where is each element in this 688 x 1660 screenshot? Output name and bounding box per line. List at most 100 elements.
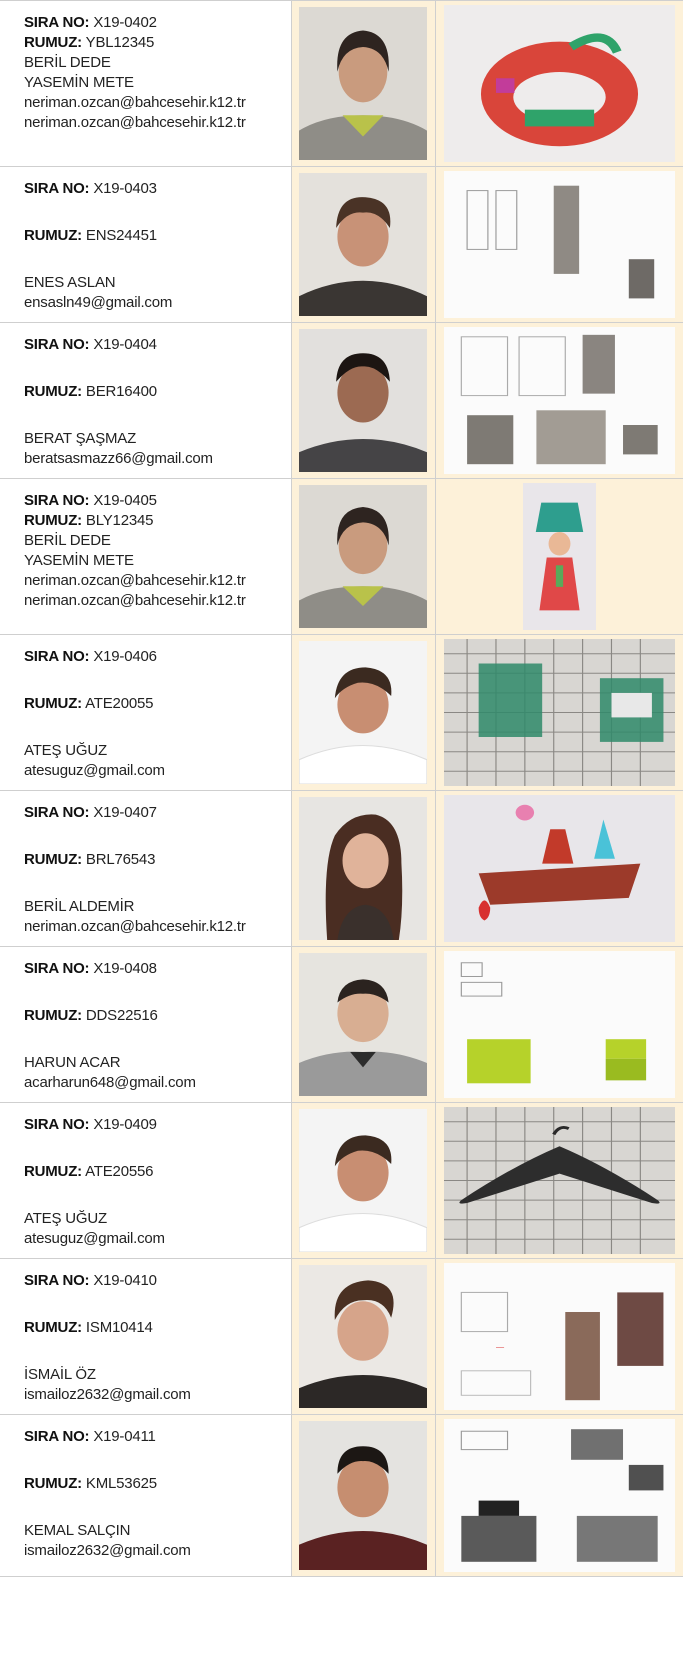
sira-value: X19-0403 — [93, 180, 157, 197]
student-name: BERİL ALDEMİR — [24, 898, 135, 915]
student-photo-cell — [292, 791, 436, 946]
table-row: SIRA NO: X19-0403 RUMUZ: ENS24451 ENES A… — [0, 167, 683, 323]
student-name: ATEŞ UĞUZ — [24, 1210, 107, 1227]
sira-no-line: SIRA NO: X19-0402 — [24, 13, 291, 33]
email: acarharun648@gmail.com — [24, 1074, 196, 1091]
rumuz-line: RUMUZ: BRL76543 — [24, 850, 291, 870]
student-photo-cell — [292, 1259, 436, 1414]
entry-info: SIRA NO: X19-0402 RUMUZ: YBL12345 BERİL … — [0, 1, 292, 166]
email: atesuguz@gmail.com — [24, 1230, 165, 1247]
rumuz-value: KML53625 — [85, 1475, 157, 1492]
student-photo — [299, 1109, 427, 1252]
artwork-cell — [436, 323, 683, 478]
email: neriman.ozcan@bahcesehir.k12.tr — [24, 572, 246, 589]
sira-no-line: SIRA NO: X19-0403 — [24, 179, 291, 199]
teacher-name: YASEMİN METE — [24, 552, 134, 569]
table-row: SIRA NO: X19-0405 RUMUZ: BLY12345 BERİL … — [0, 479, 683, 635]
sira-no-line: SIRA NO: X19-0405 — [24, 491, 291, 511]
student-photo — [299, 1421, 427, 1570]
entry-info: SIRA NO: X19-0409 RUMUZ: ATE20556 ATEŞ U… — [0, 1103, 292, 1258]
rumuz-label: RUMUZ: — [24, 1319, 82, 1336]
email: beratsasmazz66@gmail.com — [24, 450, 213, 467]
sira-label: SIRA NO: — [24, 648, 90, 665]
entry-info: SIRA NO: X19-0411 RUMUZ: KML53625 KEMAL … — [0, 1415, 292, 1576]
email: atesuguz@gmail.com — [24, 762, 165, 779]
rumuz-label: RUMUZ: — [24, 695, 82, 712]
email: neriman.ozcan@bahcesehir.k12.tr — [24, 592, 246, 609]
rumuz-value: BRL76543 — [85, 851, 156, 868]
artwork-image — [444, 1419, 675, 1572]
email: ismailoz2632@gmail.com — [24, 1542, 191, 1559]
rumuz-line: RUMUZ: KML53625 — [24, 1474, 291, 1494]
sira-label: SIRA NO: — [24, 492, 90, 509]
entry-info: SIRA NO: X19-0404 RUMUZ: BER16400 BERAT … — [0, 323, 292, 478]
student-name: İSMAİL ÖZ — [24, 1366, 96, 1383]
sira-value: X19-0406 — [93, 648, 157, 665]
student-name: BERAT ŞAŞMAZ — [24, 430, 137, 447]
sira-value: X19-0409 — [93, 1116, 157, 1133]
rumuz-value: BLY12345 — [85, 512, 154, 529]
entry-info: SIRA NO: X19-0410 RUMUZ: ISM10414 İSMAİL… — [0, 1259, 292, 1414]
student-photo-cell — [292, 323, 436, 478]
rumuz-line: RUMUZ: DDS22516 — [24, 1006, 291, 1026]
artwork-image — [444, 639, 675, 786]
entry-info: SIRA NO: X19-0407 RUMUZ: BRL76543 BERİL … — [0, 791, 292, 946]
rumuz-label: RUMUZ: — [24, 851, 82, 868]
rumuz-label: RUMUZ: — [24, 512, 82, 529]
sira-no-line: SIRA NO: X19-0406 — [24, 647, 291, 667]
rumuz-value: ENS24451 — [85, 227, 157, 244]
email: ismailoz2632@gmail.com — [24, 1386, 191, 1403]
rumuz-label: RUMUZ: — [24, 1163, 82, 1180]
rumuz-label: RUMUZ: — [24, 1007, 82, 1024]
artwork-cell — [436, 635, 683, 790]
student-photo — [299, 485, 427, 628]
rumuz-line: RUMUZ: BER16400 — [24, 382, 291, 402]
entry-info: SIRA NO: X19-0403 RUMUZ: ENS24451 ENES A… — [0, 167, 292, 322]
sira-value: X19-0405 — [93, 492, 157, 509]
submission-table: SIRA NO: X19-0402 RUMUZ: YBL12345 BERİL … — [0, 0, 683, 1577]
table-row: SIRA NO: X19-0402 RUMUZ: YBL12345 BERİL … — [0, 1, 683, 167]
sira-label: SIRA NO: — [24, 336, 90, 353]
sira-label: SIRA NO: — [24, 1272, 90, 1289]
sira-value: X19-0404 — [93, 336, 157, 353]
sira-value: X19-0408 — [93, 960, 157, 977]
rumuz-line: RUMUZ: ENS24451 — [24, 226, 291, 246]
rumuz-line: RUMUZ: YBL12345 — [24, 33, 291, 53]
sira-value: X19-0407 — [93, 804, 157, 821]
student-photo-cell — [292, 635, 436, 790]
artwork-cell — [436, 791, 683, 946]
student-name: KEMAL SALÇIN — [24, 1522, 131, 1539]
artwork-cell: — — [436, 1259, 683, 1414]
sira-no-line: SIRA NO: X19-0410 — [24, 1271, 291, 1291]
table-row: SIRA NO: X19-0409 RUMUZ: ATE20556 ATEŞ U… — [0, 1103, 683, 1259]
student-photo — [299, 1265, 427, 1408]
email: neriman.ozcan@bahcesehir.k12.tr — [24, 114, 246, 131]
artwork-image — [444, 951, 675, 1098]
sira-label: SIRA NO: — [24, 804, 90, 821]
artwork-image — [444, 795, 675, 942]
student-photo — [299, 7, 427, 160]
rumuz-value: ATE20055 — [85, 695, 154, 712]
table-row: SIRA NO: X19-0404 RUMUZ: BER16400 BERAT … — [0, 323, 683, 479]
artwork-image — [444, 1107, 675, 1254]
student-photo — [299, 641, 427, 784]
student-photo-cell — [292, 479, 436, 634]
table-row: SIRA NO: X19-0406 RUMUZ: ATE20055 ATEŞ U… — [0, 635, 683, 791]
student-name: BERİL DEDE — [24, 532, 111, 549]
artwork-cell — [436, 947, 683, 1102]
student-photo — [299, 329, 427, 472]
table-row: SIRA NO: X19-0408 RUMUZ: DDS22516 HARUN … — [0, 947, 683, 1103]
sira-no-line: SIRA NO: X19-0411 — [24, 1427, 291, 1447]
sira-value: X19-0411 — [93, 1428, 156, 1445]
sira-value: X19-0402 — [93, 14, 157, 31]
sira-label: SIRA NO: — [24, 960, 90, 977]
sira-label: SIRA NO: — [24, 1428, 90, 1445]
student-photo — [299, 173, 427, 316]
student-name: ATEŞ UĞUZ — [24, 742, 107, 759]
rumuz-label: RUMUZ: — [24, 227, 82, 244]
rumuz-line: RUMUZ: ATE20055 — [24, 694, 291, 714]
artwork-image — [444, 171, 675, 318]
table-row: SIRA NO: X19-0407 RUMUZ: BRL76543 BERİL … — [0, 791, 683, 947]
artwork-image — [444, 5, 675, 162]
rumuz-line: RUMUZ: ATE20556 — [24, 1162, 291, 1182]
